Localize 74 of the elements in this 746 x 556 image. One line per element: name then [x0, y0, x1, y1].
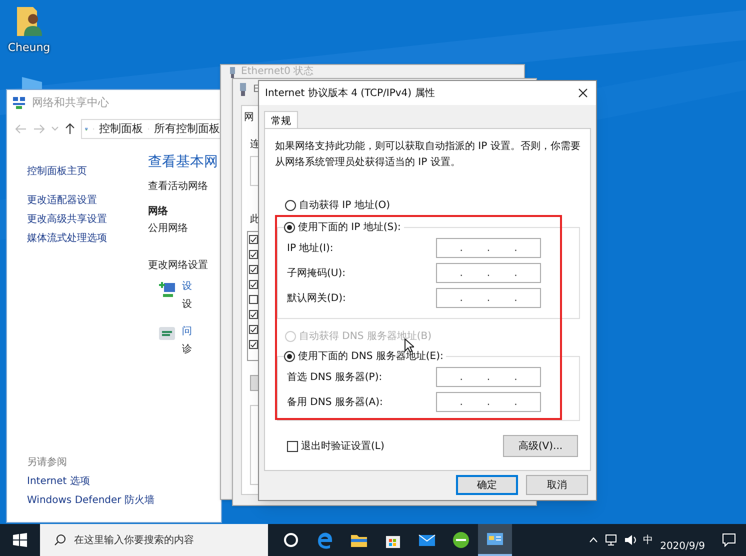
field-label: 备用 DNS 服务器(A):	[287, 396, 383, 410]
sidebar-link[interactable]: Internet 选项	[27, 474, 90, 489]
task-description: 诊	[182, 343, 192, 357]
ip-address-field[interactable]: ...	[436, 288, 541, 308]
component-checkbox[interactable]	[249, 325, 258, 334]
radio-button[interactable]	[285, 200, 296, 211]
section-heading: 更改网络设置	[148, 258, 209, 273]
sidebar-link[interactable]: 更改适配器设置	[27, 193, 148, 208]
component-checkbox[interactable]	[249, 280, 258, 289]
tab[interactable]: 常规	[264, 111, 298, 129]
radio-button[interactable]	[284, 351, 295, 362]
network-type: 公用网络	[148, 222, 189, 236]
network-name: 网络	[148, 204, 169, 219]
component-checkbox[interactable]	[249, 340, 258, 349]
component-checkbox[interactable]	[249, 310, 258, 319]
search-icon	[54, 534, 66, 546]
adapter-icon	[239, 82, 247, 96]
sidebar-link[interactable]: Windows Defender 防火墙	[27, 493, 154, 508]
close-icon[interactable]	[578, 88, 588, 98]
component-checkbox[interactable]	[249, 265, 258, 274]
window-title: 网络和共享中心	[32, 94, 109, 111]
breadcrumb-item[interactable]: 控制面板	[98, 120, 143, 138]
ip-address-field[interactable]: ...	[436, 367, 541, 387]
taskbar-app-button[interactable]	[478, 524, 512, 556]
address-bar[interactable]: 控制面板 所有控制面板	[81, 119, 221, 139]
section-heading: 查看活动网络	[148, 180, 209, 194]
sidebar-link[interactable]: 控制面板主页	[27, 164, 148, 179]
component-checkbox[interactable]	[249, 235, 258, 244]
dialog-button[interactable]: 确定	[456, 475, 518, 495]
section-heading: 另请参阅	[27, 456, 68, 470]
folder-user-icon[interactable]	[14, 4, 44, 38]
window-title: Ethernet0 状态	[241, 67, 314, 77]
volume-icon[interactable]	[624, 534, 636, 546]
radio-button[interactable]	[284, 222, 295, 233]
ip-address-field[interactable]: ...	[436, 238, 541, 258]
description-text: 如果网络支持此功能，则可以获取自动指派的 IP 设置。否则，你需要从网络系统管理员处获得适当的 IP 设置。	[275, 140, 582, 170]
notification-icon[interactable]	[722, 533, 736, 547]
radio-label[interactable]: 自动获得 IP 地址(O)	[299, 198, 390, 213]
adapter-icon	[229, 66, 236, 78]
sidebar-link[interactable]: 媒体流式处理选项	[27, 231, 148, 246]
network-icon	[12, 96, 26, 110]
search-field[interactable]: 在这里输入你要搜索的内容	[40, 524, 268, 556]
checkbox-label[interactable]: 退出时验证设置(L)	[301, 438, 384, 454]
field-label: 首选 DNS 服务器(P):	[287, 370, 382, 384]
up-arrow-icon[interactable]	[65, 123, 75, 135]
advanced-button[interactable]: 高级(V)...	[503, 435, 578, 457]
component-checkbox[interactable]	[249, 250, 258, 259]
ip-address-field[interactable]: ...	[436, 392, 541, 412]
field-label: 默认网关(D):	[287, 292, 346, 306]
field-label: 子网掩码(U):	[287, 266, 346, 280]
task-link[interactable]: 问	[182, 324, 192, 339]
start-icon[interactable]	[13, 533, 27, 547]
desktop-icon-label[interactable]: Cheung	[8, 40, 50, 56]
circle-icon	[282, 531, 300, 549]
sidebar-link[interactable]: 更改高级共享设置	[27, 212, 148, 227]
checkbox[interactable]	[287, 440, 298, 452]
input-method-indicator[interactable]: 中	[643, 532, 654, 548]
chevron-up-icon[interactable]	[589, 537, 598, 543]
globe-icon	[452, 531, 470, 549]
task-description: 设	[182, 298, 192, 312]
field-label: IP 地址(I):	[287, 242, 334, 256]
breadcrumb-item[interactable]: 所有控制面板	[154, 120, 220, 138]
window-title: Internet 协议版本 4 (TCP/IPv4) 属性	[265, 86, 435, 100]
component-checkbox[interactable]	[249, 295, 258, 304]
page-heading: 查看基本网	[148, 153, 219, 172]
control-panel-icon	[486, 530, 504, 548]
troubleshoot-icon[interactable]	[158, 325, 176, 343]
clock-date[interactable]: 2020/9/9	[660, 538, 705, 554]
new-connection-icon[interactable]	[158, 280, 176, 298]
dialog-button[interactable]: 取消	[526, 475, 588, 495]
e-letter-icon	[316, 531, 334, 549]
network-icon[interactable]	[605, 534, 618, 546]
ip-address-field[interactable]: ...	[436, 263, 541, 283]
task-link[interactable]: 设	[182, 279, 192, 294]
